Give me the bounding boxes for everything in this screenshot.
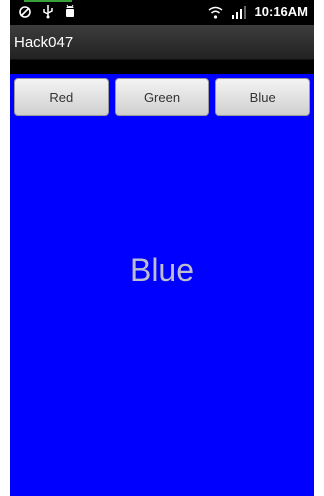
status-right-icons: 10:16AM <box>208 3 308 21</box>
wifi-icon <box>208 6 223 19</box>
usb-icon <box>42 4 54 19</box>
app-title-bar: Hack047 <box>10 25 314 60</box>
app-title: Hack047 <box>14 34 74 51</box>
green-button[interactable]: Green <box>114 78 210 116</box>
android-debug-icon <box>64 4 76 19</box>
signal-icon <box>231 5 247 19</box>
blue-button[interactable]: Blue <box>215 78 311 116</box>
color-button-row: Red Green Blue <box>10 78 314 118</box>
status-accent-bar <box>24 0 72 2</box>
status-left-icons <box>18 4 76 19</box>
red-button[interactable]: Red <box>14 78 109 116</box>
sync-icon <box>18 5 32 19</box>
selected-color-label: Blue <box>129 252 195 288</box>
status-time: 10:16AM <box>254 4 308 19</box>
phone-screen: 10:16AM Hack047 Red Green Blue Blue <box>10 0 314 496</box>
status-bar: 10:16AM <box>10 0 314 25</box>
